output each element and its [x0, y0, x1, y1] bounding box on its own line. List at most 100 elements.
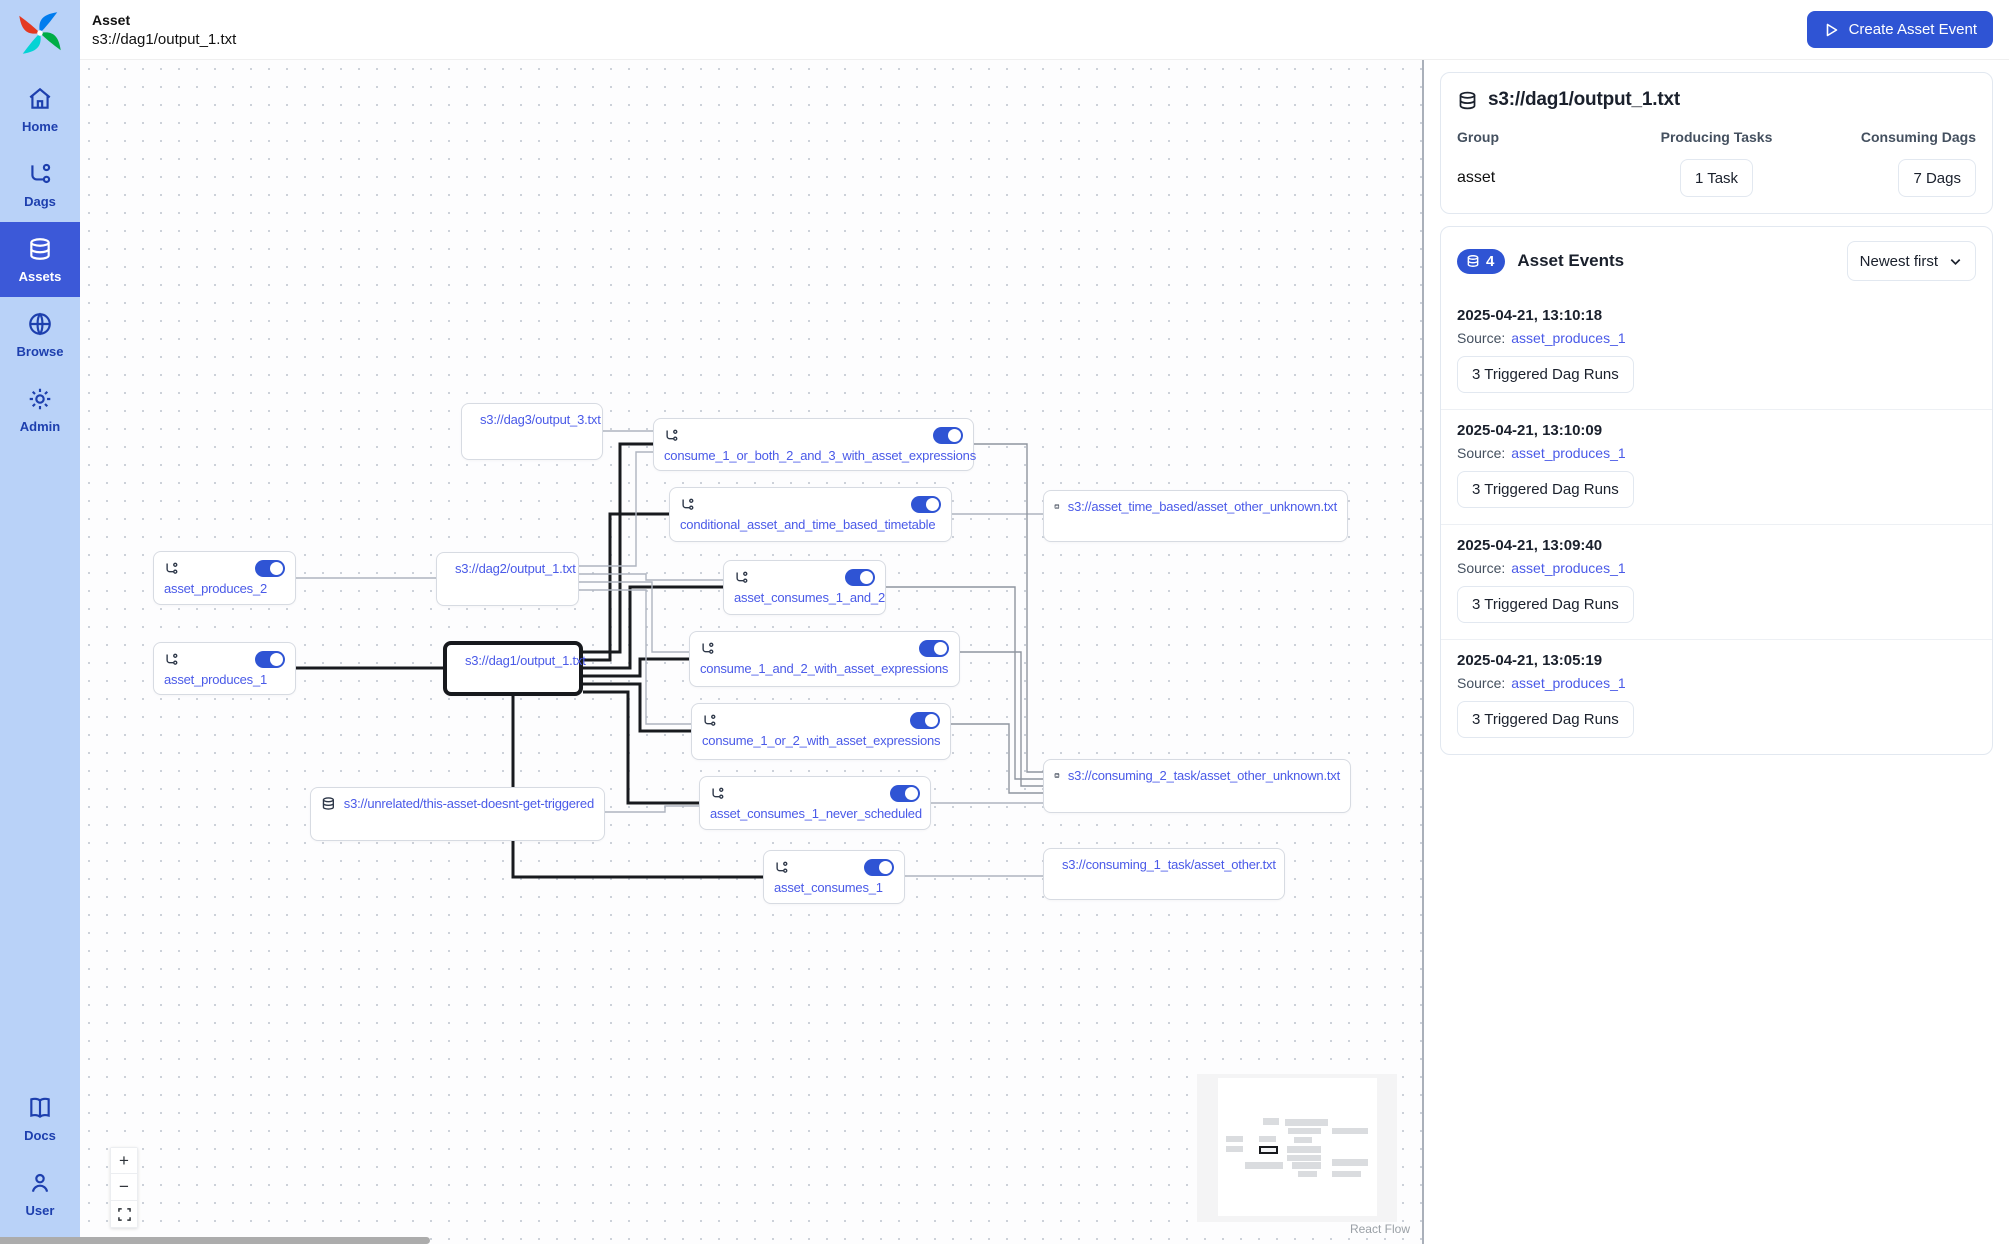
asset-details-card: s3://dag1/output_1.txt Group Producing T…: [1440, 72, 1993, 214]
node-label: consume_1_or_both_2_and_3_with_asset_exp…: [664, 448, 963, 463]
event-timestamp: 2025-04-21, 13:05:19: [1457, 652, 1976, 669]
zoom-in-button[interactable]: +: [110, 1147, 138, 1174]
sort-order-select[interactable]: Newest first: [1847, 241, 1976, 281]
graph-node-consuming-1-task[interactable]: s3://consuming_1_task/asset_other.txt: [1043, 848, 1285, 900]
globe-icon: [27, 311, 53, 337]
node-label: asset_produces_1: [164, 672, 285, 687]
pause-toggle[interactable]: [919, 640, 949, 657]
source-task-link[interactable]: asset_produces_1: [1511, 445, 1625, 461]
create-asset-event-button[interactable]: Create Asset Event: [1807, 11, 1993, 48]
graph-node-consume-1-and-2[interactable]: consume_1_and_2_with_asset_expressions: [689, 631, 960, 687]
horizontal-scrollbar[interactable]: [0, 1237, 430, 1244]
group-value: asset: [1457, 169, 1630, 187]
graph-node-dag3-output-3[interactable]: s3://dag3/output_3.txt: [461, 403, 603, 460]
header-titles: Asset s3://dag1/output_1.txt: [92, 12, 236, 48]
graph-node-dag1-output-1[interactable]: s3://dag1/output_1.txt: [443, 641, 583, 696]
sidebar-item-dags[interactable]: Dags: [0, 147, 80, 222]
graph-edge: [583, 444, 653, 652]
node-label: s3://unrelated/this-asset-doesnt-get-tri…: [344, 796, 594, 811]
gear-icon: [27, 386, 53, 412]
minimap-node: [1332, 1128, 1368, 1134]
minimap-node: [1287, 1155, 1321, 1161]
zoom-out-button[interactable]: −: [110, 1174, 138, 1201]
event-timestamp: 2025-04-21, 13:09:40: [1457, 537, 1976, 554]
graph-node-asset-produces-2[interactable]: asset_produces_2: [153, 551, 296, 605]
node-label: asset_produces_2: [164, 581, 285, 596]
source-task-link[interactable]: asset_produces_1: [1511, 330, 1625, 346]
triggered-dag-runs-button[interactable]: 3 Triggered Dag Runs: [1457, 586, 1634, 623]
pause-toggle[interactable]: [255, 651, 285, 668]
pause-toggle[interactable]: [864, 859, 894, 876]
graph-edge: [579, 590, 691, 724]
minimap[interactable]: [1197, 1074, 1397, 1222]
node-label: s3://asset_time_based/asset_other_unknow…: [1068, 499, 1337, 514]
minimap-node: [1298, 1171, 1317, 1177]
minimap-node-selected: [1259, 1146, 1278, 1154]
reactflow-attribution: React Flow: [1280, 1222, 1410, 1236]
source-label: Source:: [1457, 330, 1505, 346]
sidebar-item-user[interactable]: User: [0, 1156, 80, 1244]
graph-node-asset-consumes-1[interactable]: asset_consumes_1: [763, 850, 905, 904]
airflow-logo[interactable]: [0, 0, 80, 72]
graph-edge: [579, 452, 653, 566]
graph-node-dag2-output-1[interactable]: s3://dag2/output_1.txt: [436, 552, 579, 606]
sidebar-spacer: [0, 447, 80, 1081]
zoom-controls: + −: [110, 1147, 138, 1228]
graph-node-asset-consumes-1-never-scheduled[interactable]: asset_consumes_1_never_scheduled: [699, 776, 931, 830]
graph-node-unrelated[interactable]: s3://unrelated/this-asset-doesnt-get-tri…: [310, 787, 605, 841]
consuming-dags-button[interactable]: 7 Dags: [1898, 159, 1976, 197]
sidebar-item-label: Docs: [24, 1128, 56, 1143]
graph-node-asset-consumes-1-and-2[interactable]: asset_consumes_1_and_2: [723, 560, 886, 615]
fit-view-icon: [118, 1208, 131, 1221]
pinwheel-logo-icon: [17, 10, 63, 56]
sidebar-item-home[interactable]: Home: [0, 72, 80, 147]
pause-toggle[interactable]: [890, 785, 920, 802]
minimap-node: [1226, 1146, 1243, 1152]
graph-node-consuming-2-task[interactable]: s3://consuming_2_task/asset_other_unknow…: [1043, 759, 1351, 813]
graph-canvas[interactable]: s3://dag3/output_3.txt consume_1_or_both_…: [80, 60, 1422, 1244]
sidebar-item-docs[interactable]: Docs: [0, 1081, 80, 1156]
graph-edge: [579, 574, 723, 580]
triggered-dag-runs-button[interactable]: 3 Triggered Dag Runs: [1457, 701, 1634, 738]
pause-toggle[interactable]: [933, 427, 963, 444]
sidebar-item-label: Assets: [19, 269, 62, 284]
minimap-node: [1245, 1162, 1283, 1169]
graph-edge: [579, 582, 689, 652]
minimap-node: [1294, 1137, 1312, 1143]
asset-details-panel: s3://dag1/output_1.txt Group Producing T…: [1422, 60, 2009, 1244]
minimap-node: [1226, 1136, 1243, 1142]
asset-events-count: 4: [1486, 253, 1494, 270]
node-label: s3://dag1/output_1.txt: [465, 653, 586, 668]
triggered-dag-runs-button[interactable]: 3 Triggered Dag Runs: [1457, 471, 1634, 508]
user-icon: [27, 1170, 53, 1196]
graph-node-consume-1-or-2[interactable]: consume_1_or_2_with_asset_expressions: [691, 703, 951, 760]
database-icon: [1466, 254, 1480, 268]
graph-node-consume-1-or-both-2-and-3[interactable]: consume_1_or_both_2_and_3_with_asset_exp…: [653, 418, 974, 471]
create-asset-event-label: Create Asset Event: [1849, 21, 1977, 38]
source-task-link[interactable]: asset_produces_1: [1511, 675, 1625, 691]
page-eyebrow: Asset: [92, 12, 236, 28]
home-icon: [27, 86, 53, 112]
dag-icon: [164, 652, 179, 667]
sidebar-item-assets[interactable]: Assets: [0, 222, 80, 297]
graph-node-asset-produces-1[interactable]: asset_produces_1: [153, 642, 296, 695]
sidebar-item-label: Browse: [17, 344, 64, 359]
producing-tasks-button[interactable]: 1 Task: [1680, 159, 1753, 197]
sidebar-item-browse[interactable]: Browse: [0, 297, 80, 372]
pause-toggle[interactable]: [255, 560, 285, 577]
sidebar-item-label: Dags: [24, 194, 56, 209]
pause-toggle[interactable]: [845, 569, 875, 586]
dag-icon: [702, 713, 717, 728]
database-icon: [1054, 499, 1060, 514]
fit-view-button[interactable]: [110, 1201, 138, 1228]
source-task-link[interactable]: asset_produces_1: [1511, 560, 1625, 576]
triggered-dag-runs-button[interactable]: 3 Triggered Dag Runs: [1457, 356, 1634, 393]
graph-node-conditional-asset-and-time[interactable]: conditional_asset_and_time_based_timetab…: [669, 487, 952, 542]
graph-edge: [960, 652, 1043, 786]
pause-toggle[interactable]: [911, 496, 941, 513]
pause-toggle[interactable]: [910, 712, 940, 729]
sidebar-item-admin[interactable]: Admin: [0, 372, 80, 447]
dag-icon: [700, 641, 715, 656]
asset-events-title: Asset Events: [1517, 251, 1834, 271]
graph-node-asset-time-based[interactable]: s3://asset_time_based/asset_other_unknow…: [1043, 490, 1348, 542]
